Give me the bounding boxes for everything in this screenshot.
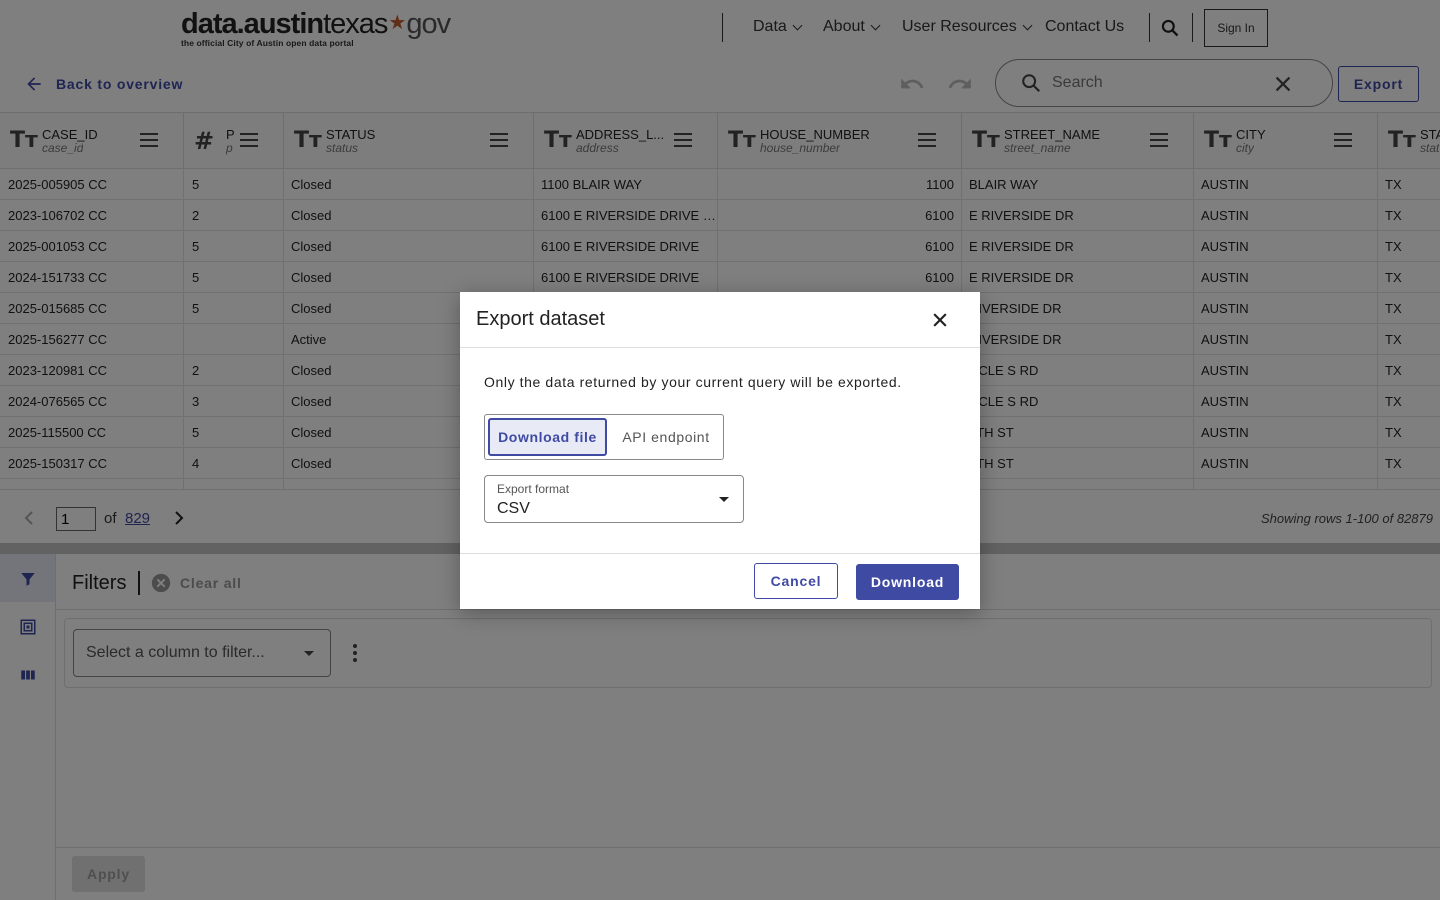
- export-format-select[interactable]: Export format CSV: [484, 475, 744, 523]
- dialog-title: Export dataset: [476, 308, 605, 330]
- download-button[interactable]: Download: [856, 564, 959, 600]
- close-icon[interactable]: [930, 310, 950, 330]
- cancel-button[interactable]: Cancel: [754, 563, 838, 599]
- dialog-separator: [460, 347, 980, 348]
- export-type-toggle: Download file API endpoint: [484, 414, 724, 460]
- export-format-value: CSV: [497, 500, 530, 517]
- dialog-description: Only the data returned by your current q…: [484, 374, 902, 390]
- dropdown-arrow-icon: [719, 497, 729, 502]
- export-format-label: Export format: [497, 482, 570, 496]
- dialog-footer-separator: [460, 553, 980, 554]
- export-dialog: Export dataset Only the data returned by…: [460, 292, 980, 609]
- download-file-option[interactable]: Download file: [488, 418, 607, 456]
- api-endpoint-option[interactable]: API endpoint: [611, 418, 721, 456]
